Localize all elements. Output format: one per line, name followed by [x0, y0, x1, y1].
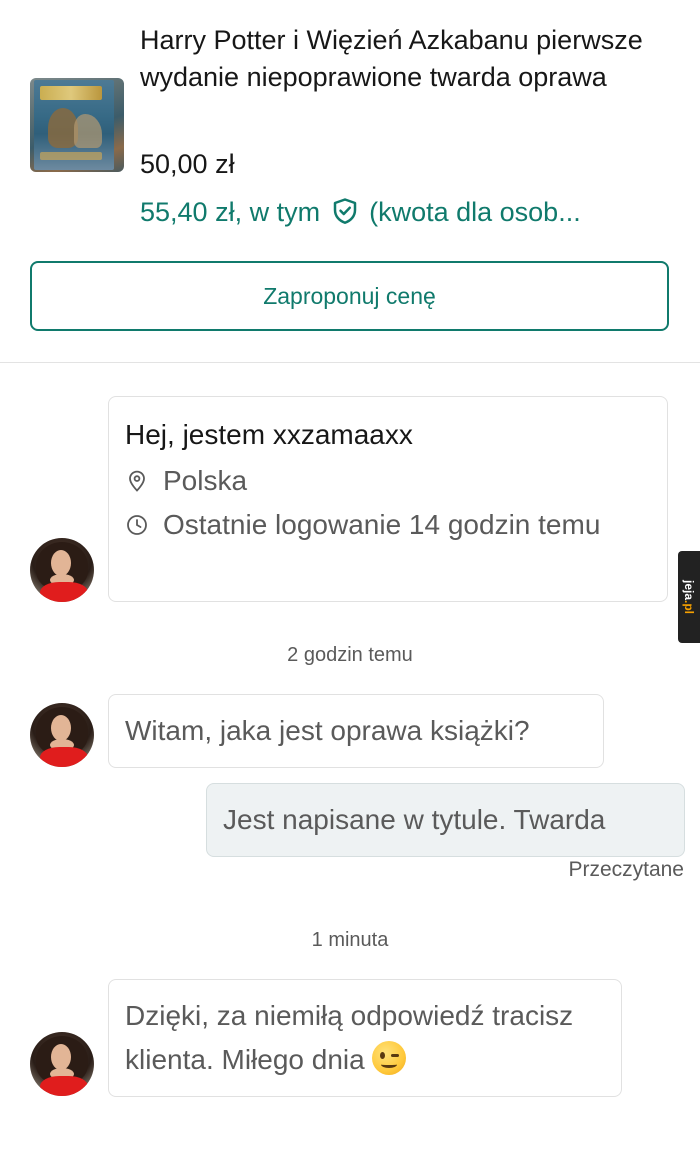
profile-greeting: Hej, jestem xxzamaaxx [125, 419, 413, 450]
shield-check-icon [333, 198, 356, 224]
avatar[interactable] [30, 538, 94, 602]
price-with-protection[interactable]: 55,40 zł, w tym (kwota dla osob... [140, 194, 680, 231]
message-timestamp: 2 godzin temu [287, 644, 413, 666]
profile-card[interactable]: Hej, jestem xxzamaaxx Polska Ostatnie lo… [108, 396, 668, 602]
profile-location: Polska [163, 465, 248, 496]
avatar[interactable] [30, 703, 94, 767]
clock-icon [125, 503, 149, 547]
incoming-message-text: Dzięki, za niemiłą odpowiedź tracisz kli… [125, 1000, 574, 1075]
site-watermark: jeja.pl [678, 551, 700, 643]
listing-header: Harry Potter i Więzień Azkabanu pierwsze… [0, 0, 700, 362]
listing-price: 50,00 zł [140, 149, 235, 179]
incoming-message[interactable]: Witam, jaka jest oprawa książki? [108, 694, 604, 768]
price-with-protection-note: (kwota dla osob... [369, 197, 581, 227]
location-pin-icon [125, 459, 149, 503]
book-cover-image[interactable] [30, 78, 124, 172]
make-offer-button[interactable]: Zaproponuj cenę [30, 261, 669, 331]
header-divider [0, 362, 700, 363]
price-with-protection-amount: 55,40 zł, w tym [140, 197, 321, 227]
avatar[interactable] [30, 1032, 94, 1096]
message-timestamp: 1 minuta [311, 929, 389, 951]
outgoing-message[interactable]: Jest napisane w tytule. Twarda [206, 783, 685, 857]
profile-location-row: Polska [125, 459, 247, 503]
read-receipt: Przeczytane [568, 858, 684, 881]
incoming-message[interactable]: Dzięki, za niemiłą odpowiedź tracisz kli… [108, 979, 622, 1097]
winking-face-emoji [372, 1041, 407, 1075]
profile-last-login: Ostatnie logowanie 14 godzin temu [163, 509, 601, 540]
profile-last-login-row: Ostatnie logowanie 14 godzin temu [125, 503, 633, 547]
watermark-text: jeja [682, 579, 697, 601]
watermark-suffix: .pl [682, 600, 697, 615]
listing-title[interactable]: Harry Potter i Więzień Azkabanu pierwsze… [140, 22, 680, 96]
